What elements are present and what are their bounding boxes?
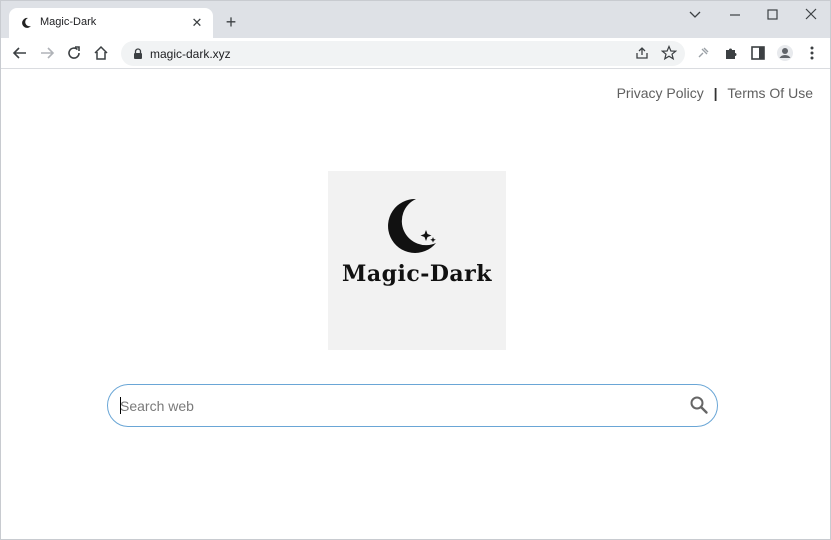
menu-icon[interactable] <box>803 44 821 62</box>
tab-magic-dark[interactable]: Magic-Dark ✕ <box>9 8 213 38</box>
lock-icon[interactable] <box>133 48 143 59</box>
address-bar[interactable]: magic-dark.xyz <box>121 41 685 66</box>
tab-strip: Magic-Dark ✕ + <box>1 1 830 38</box>
home-icon[interactable] <box>92 44 110 62</box>
brand-logo: Magic-Dark <box>328 171 506 350</box>
side-panel-icon[interactable] <box>749 44 767 62</box>
close-tab-icon[interactable]: ✕ <box>189 15 205 31</box>
search-icon[interactable] <box>689 395 709 415</box>
crescent-moon-icon <box>388 198 436 253</box>
text-caret <box>120 397 121 414</box>
maximize-icon[interactable] <box>762 7 782 23</box>
back-icon[interactable] <box>11 44 29 62</box>
new-tab-button[interactable]: + <box>222 13 240 31</box>
search-box[interactable] <box>107 384 718 427</box>
privacy-policy-link[interactable]: Privacy Policy <box>617 85 704 101</box>
moon-icon <box>22 17 31 28</box>
toolbar: magic-dark.xyz <box>1 38 830 69</box>
browser-window: Magic-Dark ✕ + magic-dark.xyz Privacy Po… <box>0 0 831 540</box>
share-icon[interactable] <box>634 45 650 61</box>
profile-icon[interactable] <box>776 44 794 62</box>
forward-icon[interactable] <box>38 44 56 62</box>
close-window-icon[interactable] <box>801 7 821 23</box>
chevron-down-icon[interactable] <box>685 7 705 23</box>
terms-of-use-link[interactable]: Terms Of Use <box>727 85 813 101</box>
puzzle-icon[interactable] <box>722 44 740 62</box>
url-text[interactable]: magic-dark.xyz <box>150 47 231 61</box>
top-links: Privacy Policy | Terms Of Use <box>617 85 813 101</box>
tab-title: Magic-Dark <box>40 16 97 28</box>
star-icon[interactable] <box>661 45 677 61</box>
extension-pin-icon[interactable] <box>694 44 712 62</box>
links-separator: | <box>713 85 718 101</box>
minimize-icon[interactable] <box>725 7 745 23</box>
reload-icon[interactable] <box>65 44 83 62</box>
logo-text: Magic-Dark <box>341 261 493 287</box>
search-input[interactable] <box>120 395 680 417</box>
